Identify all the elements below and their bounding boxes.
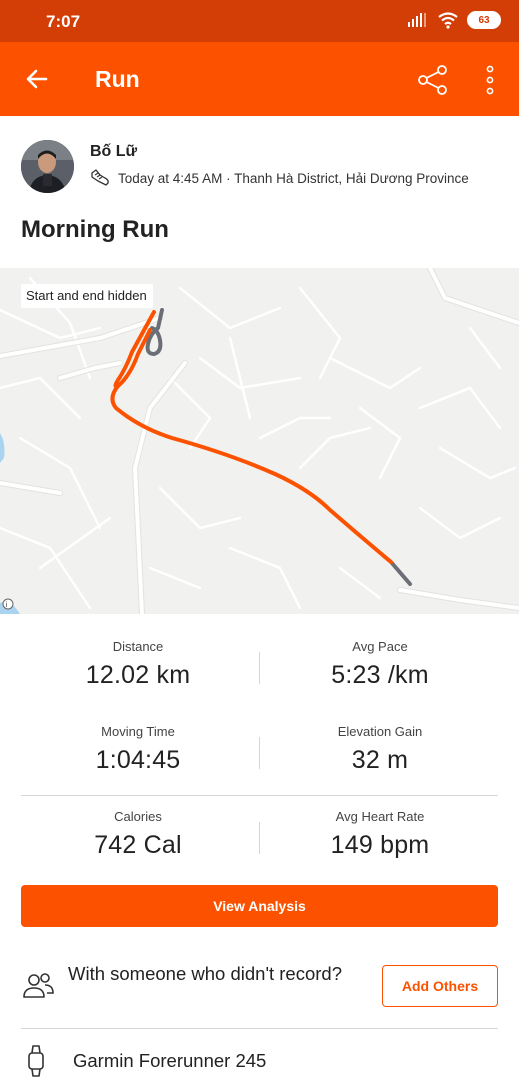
status-time: 7:07 — [46, 12, 81, 31]
more-vertical-icon[interactable] — [481, 64, 499, 96]
shoe-icon — [91, 169, 109, 186]
svg-text:i: i — [6, 601, 8, 609]
wifi-icon — [438, 12, 458, 29]
stat-divider — [259, 737, 260, 769]
stat-value: 12.02 km — [85, 661, 191, 689]
route-map[interactable]: i — [0, 268, 519, 614]
activity-meta-text: Today at 4:45 AM · Thanh Hà District, Hả… — [118, 170, 469, 186]
app-bar: Run — [0, 42, 519, 116]
map-privacy-label: Start and end hidden — [21, 284, 153, 308]
stat-divider — [259, 652, 260, 684]
section-divider — [21, 1028, 498, 1029]
stat-label: Moving Time — [101, 724, 175, 739]
activity-meta: Today at 4:45 AM · Thanh Hà District, Hả… — [90, 169, 469, 187]
status-bar: 7:07 63 — [0, 0, 519, 42]
share-icon[interactable] — [417, 64, 449, 96]
view-analysis-button[interactable]: View Analysis — [21, 885, 498, 927]
stat-label: Distance — [112, 639, 164, 654]
back-arrow-icon[interactable] — [24, 66, 50, 92]
stat-value: 1:04:45 — [95, 746, 181, 774]
stat-avg-pace: Avg Pace 5:23 /km — [270, 639, 490, 690]
avatar[interactable] — [21, 140, 74, 193]
stat-label: Elevation Gain — [337, 724, 423, 739]
stat-moving-time: Moving Time 1:04:45 — [28, 724, 248, 775]
stat-value: 742 Cal — [94, 831, 182, 859]
add-others-button[interactable]: Add Others — [382, 965, 498, 1007]
stats-divider — [21, 795, 498, 796]
status-icons: 63 — [407, 11, 501, 29]
stat-value: 149 bpm — [330, 831, 430, 859]
athlete-name[interactable]: Bố Lữ — [90, 143, 137, 161]
stat-value: 5:23 /km — [331, 661, 429, 689]
stat-avg-heart-rate: Avg Heart Rate 149 bpm — [270, 809, 490, 860]
stat-distance: Distance 12.02 km — [28, 639, 248, 690]
device-name[interactable]: Garmin Forerunner 245 — [73, 1050, 266, 1072]
stat-label: Avg Heart Rate — [335, 809, 425, 824]
stat-elevation-gain: Elevation Gain 32 m — [270, 724, 490, 775]
people-icon — [23, 973, 54, 998]
stat-divider — [259, 822, 260, 854]
watch-icon — [28, 1045, 44, 1077]
stat-label: Calories — [114, 809, 162, 824]
battery-icon: 63 — [467, 11, 501, 29]
activity-title: Morning Run — [21, 216, 169, 243]
stat-calories: Calories 742 Cal — [28, 809, 248, 860]
signal-icon — [408, 13, 426, 27]
page-title: Run — [95, 66, 140, 92]
stat-label: Avg Pace — [352, 639, 408, 654]
stat-value: 32 m — [351, 746, 409, 774]
add-others-prompt: With someone who didn't record? — [68, 963, 342, 984]
